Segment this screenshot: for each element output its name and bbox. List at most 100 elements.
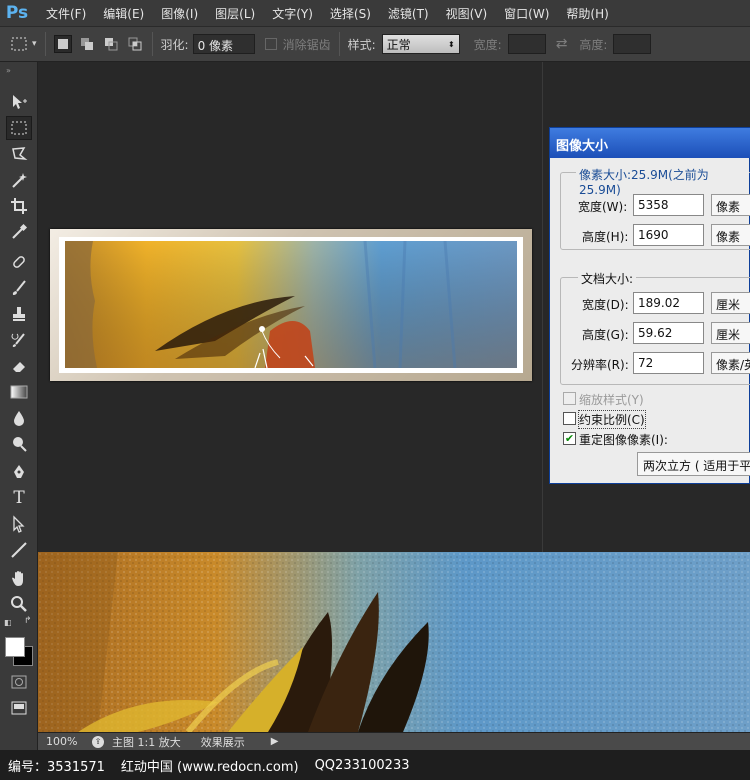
hand-tool-icon[interactable] [6,566,32,590]
width-label: 宽度: [473,37,502,52]
menu-help[interactable]: 帮助(H) [566,5,608,22]
lasso-tool-icon[interactable] [6,142,32,166]
resample-checkbox[interactable]: ✔ [563,432,576,445]
effect-label: 效果展示 [200,735,245,749]
height-input[interactable] [613,34,652,54]
pixel-height-unit[interactable]: 像素 [711,224,750,246]
swap-icon[interactable]: ⇄ [556,36,568,52]
history-brush-tool-icon[interactable] [6,328,32,352]
quick-mask-icon[interactable] [6,670,32,694]
healing-brush-tool-icon[interactable] [6,250,32,274]
doc-height-label: 高度(G): [582,328,629,342]
zoomed-painting-detail [38,552,750,732]
collapse-icon[interactable]: » [6,66,11,75]
resample-label: 重定图像像素(I): [579,433,668,447]
dodge-tool-icon[interactable] [6,432,32,456]
eyedropper-tool-icon[interactable] [6,220,32,244]
resample-method-select[interactable]: 两次立方 ( 适用于平 [637,452,750,476]
photoshop-logo: Ps [5,3,29,23]
move-tool-icon[interactable] [6,90,32,114]
new-selection-icon[interactable] [53,35,72,53]
pen-tool-icon[interactable] [6,460,32,484]
menu-edit[interactable]: 编辑(E) [103,5,144,22]
resolution-label: 分辨率(R): [571,358,629,372]
dialog-title: 图像大小 [550,128,750,158]
feather-label: 羽化: [160,37,189,52]
screen-mode-icon[interactable] [6,696,32,720]
pixel-width-unit[interactable]: 像素 [711,194,750,216]
status-menu-arrow-icon[interactable]: ▶ [271,736,279,747]
magic-wand-tool-icon[interactable] [6,168,32,192]
feather-input[interactable]: 0 像素 [192,34,255,54]
doc-height-input[interactable]: 59.62 [633,322,704,344]
framed-painting-preview [50,229,532,381]
pixel-height-input[interactable]: 1690 [633,224,704,246]
abstract-painting-image [65,241,517,368]
doc-width-unit[interactable]: 厘米 [711,292,750,314]
path-selection-tool-icon[interactable] [6,512,32,536]
zoom-level[interactable]: 100% [46,735,88,748]
antialias-checkbox[interactable] [264,38,277,50]
pixel-width-input[interactable]: 5358 [633,194,704,216]
resolution-unit[interactable]: 像素/英 [711,352,750,374]
default-colors-icon[interactable]: ◧ [4,618,12,627]
clone-stamp-tool-icon[interactable] [6,302,32,326]
image-size-dialog: 图像大小 像素大小:25.9M(之前为25.9M) 宽度(W): 5358 像素… [549,127,750,484]
brush-tool-icon[interactable] [6,276,32,300]
guide-line [542,62,543,552]
style-select[interactable]: 正常 ⬍ [381,34,460,54]
crop-tool-icon[interactable] [6,194,32,218]
preset-dropdown-icon[interactable]: ▾ [32,39,37,49]
resolution-input[interactable]: 72 [633,352,704,374]
updown-arrow-icon: ⬍ [447,39,455,49]
eraser-tool-icon[interactable] [6,354,32,378]
pixel-dimensions-label: 像素大小:25.9M(之前为25.9M) [576,166,749,197]
menu-layer[interactable]: 图层(L) [215,5,255,22]
intersect-selection-icon[interactable] [126,35,144,53]
style-label: 样式: [347,37,376,52]
menu-select[interactable]: 选择(S) [330,5,371,22]
menu-bar: Ps 文件(F) 编辑(E) 图像(I) 图层(L) 文字(Y) 选择(S) 滤… [0,0,750,26]
pixel-width-label: 宽度(W): [578,200,628,214]
document-info: 主图 1:1 放大 [112,735,181,749]
scale-styles-checkbox[interactable] [563,392,576,405]
frame-mat [59,237,523,373]
swap-colors-icon[interactable]: ↱ [24,616,32,626]
menu-image[interactable]: 图像(I) [161,5,198,22]
marquee-tool-preset-icon[interactable] [10,35,28,53]
export-icon[interactable]: ⇪ [92,735,104,748]
blur-tool-icon[interactable] [6,406,32,430]
add-selection-icon[interactable] [78,35,96,53]
menu-file[interactable]: 文件(F) [46,5,86,22]
line-tool-icon[interactable] [6,538,32,562]
constrain-proportions-checkbox[interactable] [563,412,576,425]
constrain-proportions-label: 约束比例(C) [578,410,646,429]
width-input[interactable] [507,34,546,54]
rectangular-marquee-tool-icon[interactable] [6,116,32,140]
style-select-value: 正常 [386,37,411,52]
image-id: 编号：3531571 [8,759,105,775]
site-credit: 红动中国 (www.redocn.com) [120,759,299,775]
menu-window[interactable]: 窗口(W) [504,5,549,22]
status-bar: 100% ⇪ 主图 1:1 放大 效果展示 ▶ [38,732,750,750]
foreground-color-swatch[interactable] [5,637,25,657]
qq-contact: QQ233100233 [314,757,410,773]
height-label: 高度: [579,37,608,52]
zoom-tool-icon[interactable] [6,592,32,616]
watermark-footer: 编号：3531571 红动中国 (www.redocn.com) QQ23310… [0,750,750,780]
menu-type[interactable]: 文字(Y) [272,5,313,22]
antialias-label: 消除锯齿 [282,37,331,52]
type-tool-icon[interactable]: T [6,486,32,510]
options-bar: ▾ 羽化: 0 像素 消除锯齿 样式: 正常 ⬍ 宽度: ⇄ 高度: [0,26,750,62]
tools-panel: » T ◧ ↱ [0,62,38,750]
doc-width-label: 宽度(D): [582,298,629,312]
gradient-tool-icon[interactable] [6,380,32,404]
scale-styles-label: 缩放样式(Y) [579,393,644,407]
pixel-height-label: 高度(H): [582,230,629,244]
menu-filter[interactable]: 滤镜(T) [388,5,429,22]
document-size-label: 文档大小: [578,270,637,287]
doc-height-unit[interactable]: 厘米 [711,322,750,344]
menu-view[interactable]: 视图(V) [446,5,488,22]
subtract-selection-icon[interactable] [102,35,120,53]
doc-width-input[interactable]: 189.02 [633,292,704,314]
